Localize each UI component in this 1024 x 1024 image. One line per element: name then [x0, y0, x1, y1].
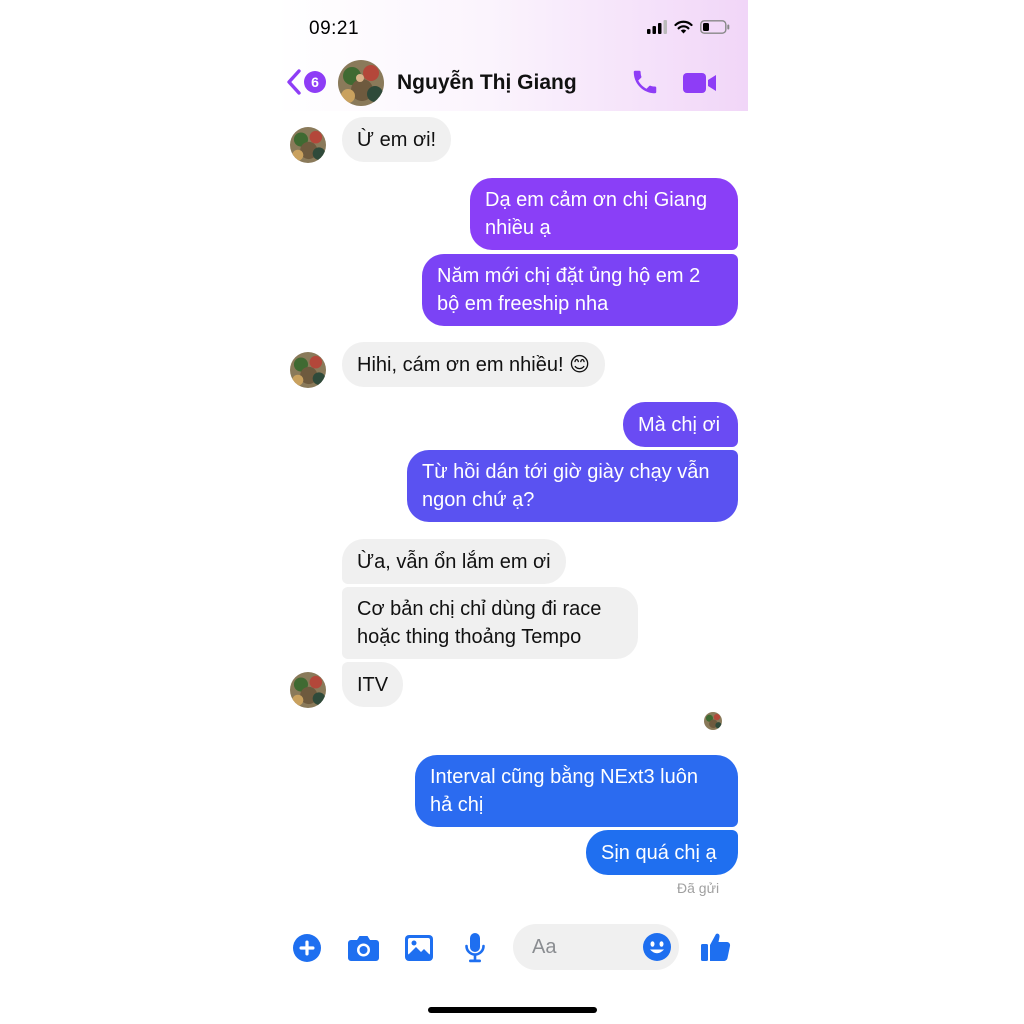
message-input-placeholder: Aa — [532, 936, 557, 958]
wifi-icon — [674, 20, 693, 34]
incoming-message[interactable]: ITV — [342, 662, 404, 707]
delivery-status: Đã gửi — [677, 880, 720, 896]
incoming-message[interactable]: Ừa, vẫn ổn lắm em ơi — [342, 539, 566, 584]
messenger-screen: 09:21 6 Nguyễn Thị Giang Ừ em ơi! Dạ em … — [276, 0, 748, 1024]
camera-icon[interactable] — [347, 934, 380, 962]
outgoing-message[interactable]: Từ hồi dán tới giờ giày chạy vẫn ngon ch… — [407, 450, 738, 522]
phone-icon[interactable] — [630, 67, 660, 97]
seen-receipt-avatar — [704, 712, 722, 730]
outgoing-message[interactable]: Năm mới chị đặt ủng hộ em 2 bộ em freesh… — [422, 254, 738, 326]
home-indicator — [428, 1007, 597, 1013]
message-input[interactable]: Aa — [513, 924, 679, 970]
outgoing-message[interactable]: Mà chị ơi — [623, 402, 738, 447]
status-time: 09:21 — [309, 18, 360, 39]
status-icons — [647, 20, 730, 34]
contact-avatar[interactable] — [338, 60, 384, 106]
contact-avatar-small — [290, 352, 326, 388]
image-icon[interactable] — [404, 934, 434, 962]
contact-name[interactable]: Nguyễn Thị Giang — [397, 71, 577, 95]
message-composer: Aa — [276, 924, 748, 974]
back-button[interactable]: 6 — [286, 68, 326, 96]
incoming-message[interactable]: Hihi, cám ơn em nhiều! 😊 — [342, 342, 605, 387]
unread-count-badge: 6 — [304, 71, 326, 93]
contact-avatar-small — [290, 127, 326, 163]
battery-icon — [700, 20, 730, 34]
plus-icon[interactable] — [292, 933, 322, 963]
incoming-message[interactable]: Ừ em ơi! — [342, 117, 452, 162]
chat-header: 09:21 6 Nguyễn Thị Giang — [276, 0, 748, 111]
signal-icon — [647, 20, 667, 34]
incoming-message[interactable]: Cơ bản chị chỉ dùng đi race hoặc thing t… — [342, 587, 638, 659]
thumbs-up-icon[interactable] — [700, 931, 732, 963]
outgoing-message[interactable]: Dạ em cảm ơn chị Giang nhiều ạ — [470, 178, 738, 250]
outgoing-message[interactable]: Interval cũng bằng NExt3 luôn hả chị — [415, 755, 738, 827]
contact-avatar-small — [290, 672, 326, 708]
outgoing-message[interactable]: Sịn quá chị ạ — [586, 830, 738, 875]
emoji-icon[interactable] — [642, 932, 672, 962]
microphone-icon[interactable] — [464, 932, 486, 964]
back-chevron-icon — [287, 69, 301, 95]
video-camera-icon[interactable] — [682, 70, 718, 96]
